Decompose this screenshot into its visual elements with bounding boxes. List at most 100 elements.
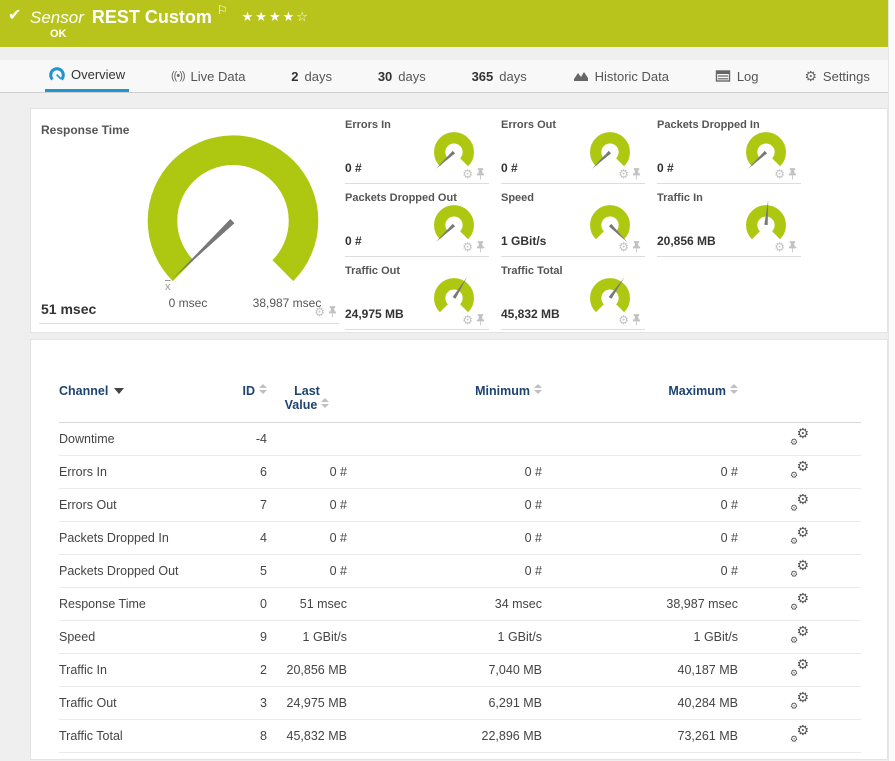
channel-settings-gears-icon[interactable]: ⚙⚙ [790, 528, 809, 545]
gauge-value: 45,832 MB [501, 307, 560, 321]
sensor-kind-label: Sensor [30, 8, 84, 27]
channel-name: Traffic In [59, 654, 231, 687]
channels-panel: Channel ID Last Value Minimum Maximum [30, 339, 888, 760]
pin-icon[interactable] [476, 168, 485, 180]
gauge-label: Errors Out [501, 119, 556, 131]
channel-settings-gears-icon[interactable]: ⚙⚙ [790, 429, 809, 446]
tab-2-days[interactable]: 2 days [287, 60, 336, 92]
gauge-value: 20,856 MB [657, 234, 716, 248]
gauge-speed: Speed 1 GBit/s ⚙ [501, 190, 645, 257]
gauge-settings-gear-icon[interactable]: ⚙ [774, 168, 785, 180]
channels-table: Channel ID Last Value Minimum Maximum [59, 382, 861, 753]
gauge-label: Speed [501, 192, 534, 204]
tab-overview[interactable]: Overview [45, 60, 129, 92]
gauge-settings-gear-icon[interactable]: ⚙ [314, 306, 325, 318]
gauge-value: 0 # [345, 234, 362, 248]
pin-icon[interactable] [328, 306, 337, 318]
tab-label: days [398, 69, 425, 84]
tab-label: Log [737, 69, 759, 84]
tab-number: 365 [472, 69, 494, 84]
column-header-channel[interactable]: Channel [59, 382, 231, 423]
flag-icon[interactable]: ⚐ [217, 3, 228, 17]
channel-name: Speed [59, 621, 231, 654]
tab-bar: Overview ((•)) Live Data 2 days 30 days … [0, 60, 888, 93]
table-row: Errors Out 7 0 # 0 # 0 # ⚙⚙ [59, 489, 861, 522]
log-list-icon [715, 69, 731, 83]
sort-icon [534, 384, 542, 394]
gauge-settings-gear-icon[interactable]: ⚙ [462, 241, 473, 253]
sensor-header: ✔ SensorREST Custom⚐★★★★☆ OK [0, 0, 888, 47]
channel-settings-gears-icon[interactable]: ⚙⚙ [790, 495, 809, 512]
gauge-value: 0 # [657, 161, 674, 175]
table-row: Speed 9 1 GBit/s 1 GBit/s 1 GBit/s ⚙⚙ [59, 621, 861, 654]
gauge-settings-gear-icon[interactable]: ⚙ [462, 314, 473, 326]
scrollbar-track[interactable] [888, 0, 895, 761]
gauge-min-label: 0 msec [152, 296, 224, 310]
pin-icon[interactable] [788, 168, 797, 180]
channel-name: Packets Dropped In [59, 522, 231, 555]
gauge-label: Traffic Total [501, 265, 563, 277]
pin-icon[interactable] [632, 168, 641, 180]
pin-icon[interactable] [788, 241, 797, 253]
table-row: Traffic In 2 20,856 MB 7,040 MB 40,187 M… [59, 654, 861, 687]
pin-icon[interactable] [476, 241, 485, 253]
gauge-icon [49, 67, 65, 83]
tab-label: Settings [823, 69, 870, 84]
channel-name: Traffic Out [59, 687, 231, 720]
gauge-settings-gear-icon[interactable]: ⚙ [618, 168, 629, 180]
area-chart-icon [573, 68, 589, 84]
gear-icon: ⚙ [804, 69, 817, 83]
pin-icon[interactable] [632, 241, 641, 253]
channel-name: Errors Out [59, 489, 231, 522]
gauge-value: 51 msec [41, 301, 96, 317]
gauge-traffic-in: Traffic In 20,856 MB ⚙ [657, 190, 801, 257]
table-row: Errors In 6 0 # 0 # 0 # ⚙⚙ [59, 456, 861, 489]
channel-name: Traffic Total [59, 720, 231, 753]
table-row: Traffic Total 8 45,832 MB 22,896 MB 73,2… [59, 720, 861, 753]
tab-label: Overview [71, 67, 125, 82]
gauge-packets-dropped-in: Packets Dropped In 0 # ⚙ [657, 117, 801, 184]
sensor-title: REST Custom [92, 7, 212, 27]
column-header-last-value[interactable]: Last Value [267, 382, 347, 423]
channel-settings-gears-icon[interactable]: ⚙⚙ [790, 726, 809, 743]
gauge-value: 24,975 MB [345, 307, 404, 321]
column-header-maximum[interactable]: Maximum [542, 382, 738, 423]
tab-settings[interactable]: ⚙ Settings [800, 60, 874, 92]
tab-label: days [305, 69, 332, 84]
channel-settings-gears-icon[interactable]: ⚙⚙ [790, 462, 809, 479]
channel-settings-gears-icon[interactable]: ⚙⚙ [790, 660, 809, 677]
gauge-settings-gear-icon[interactable]: ⚙ [618, 241, 629, 253]
pin-icon[interactable] [632, 314, 641, 326]
column-header-minimum[interactable]: Minimum [347, 382, 542, 423]
gauge-settings-gear-icon[interactable]: ⚙ [618, 314, 629, 326]
tab-30-days[interactable]: 30 days [374, 60, 430, 92]
sensor-status-badge: OK [50, 28, 67, 40]
tab-number: 30 [378, 69, 392, 84]
tab-live-data[interactable]: ((•)) Live Data [167, 60, 249, 92]
sort-icon [321, 398, 329, 408]
priority-stars[interactable]: ★★★★☆ [242, 9, 310, 24]
gauge-settings-gear-icon[interactable]: ⚙ [774, 241, 785, 253]
live-data-icon: ((•)) [171, 70, 185, 82]
channel-settings-gears-icon[interactable]: ⚙⚙ [790, 627, 809, 644]
sort-icon [259, 384, 267, 394]
column-header-id[interactable]: ID [231, 382, 267, 423]
gauge-value: 0 # [345, 161, 362, 175]
channel-name: Response Time [59, 588, 231, 621]
gauge-settings-gear-icon[interactable]: ⚙ [462, 168, 473, 180]
gauge-label: Traffic Out [345, 265, 400, 277]
tab-365-days[interactable]: 365 days [468, 60, 531, 92]
pin-icon[interactable] [476, 314, 485, 326]
channel-name: Errors In [59, 456, 231, 489]
gauge-packets-dropped-out: Packets Dropped Out 0 # ⚙ [345, 190, 489, 257]
channel-settings-gears-icon[interactable]: ⚙⚙ [790, 561, 809, 578]
channel-settings-gears-icon[interactable]: ⚙⚙ [790, 693, 809, 710]
tab-log[interactable]: Log [711, 60, 763, 92]
gauge-errors-in: Errors In 0 # ⚙ [345, 117, 489, 184]
gauge-errors-out: Errors Out 0 # ⚙ [501, 117, 645, 184]
channel-settings-gears-icon[interactable]: ⚙⚙ [790, 594, 809, 611]
gauge-label: Response Time [41, 123, 129, 137]
tab-label: days [499, 69, 526, 84]
tab-historic-data[interactable]: Historic Data [569, 60, 673, 92]
sort-icon [730, 384, 738, 394]
